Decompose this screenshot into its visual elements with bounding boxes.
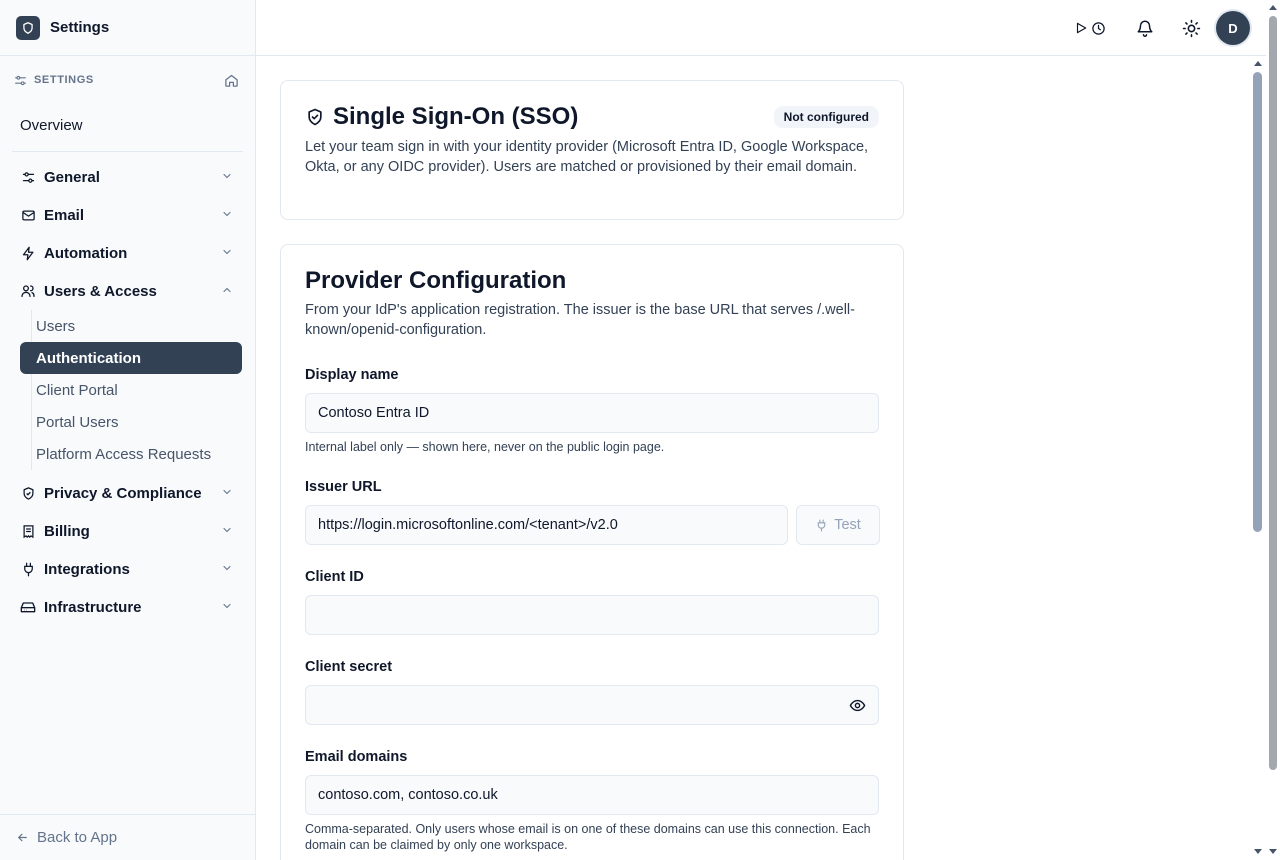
email-domains-help: Comma-separated. Only users whose email … <box>305 822 871 852</box>
plug-icon <box>20 561 36 577</box>
scroll-up-arrow[interactable] <box>1254 61 1262 66</box>
shield-logo-icon <box>16 15 40 40</box>
back-to-app-label: Back to App <box>37 829 118 846</box>
plug-icon <box>815 519 828 532</box>
sun-icon <box>1182 19 1201 38</box>
eye-icon[interactable] <box>849 697 866 714</box>
page-scrollbar-thumb[interactable] <box>1269 16 1277 770</box>
users-icon <box>20 283 36 299</box>
zap-icon <box>20 245 36 261</box>
chevron-down-icon <box>221 561 233 578</box>
hard-drive-icon <box>20 599 36 615</box>
sso-header: Single Sign-On (SSO) Not configured <box>305 103 879 131</box>
scroll-down-arrow[interactable] <box>1254 849 1262 854</box>
sidebar-item-label: Users & Access <box>44 282 157 300</box>
sidebar-item-client-portal[interactable]: Client Portal <box>0 374 242 406</box>
sidebar-item-label: Automation <box>44 244 128 262</box>
sidebar-item-email[interactable]: Email <box>0 196 255 234</box>
display-name-help: Internal label only — shown here, never … <box>305 440 665 454</box>
sidebar-brand: Settings <box>0 0 255 56</box>
play-icon <box>1074 21 1088 35</box>
provider-configuration-card: Provider Configuration From your IdP's a… <box>280 244 904 860</box>
display-name-input[interactable]: Contoso Entra ID <box>305 393 879 433</box>
sidebar-item-general[interactable]: General <box>0 158 255 196</box>
sidebar: Settings SETTINGS Overview General Email… <box>0 0 256 860</box>
page-scroll-down-arrow[interactable] <box>1269 849 1277 854</box>
sidebar-item-users[interactable]: Users <box>0 310 242 342</box>
sidebar-item-label: Integrations <box>44 560 130 578</box>
sidebar-item-platform-access-requests[interactable]: Platform Access Requests <box>0 438 242 470</box>
notifications-button[interactable] <box>1130 12 1160 44</box>
page-scroll-up-arrow[interactable] <box>1269 5 1277 10</box>
page-scrollbar[interactable] <box>1266 0 1280 860</box>
user-avatar[interactable]: D <box>1216 11 1250 45</box>
receipt-icon <box>20 523 36 539</box>
client-id-label: Client ID <box>305 569 364 585</box>
test-issuer-button[interactable]: Test <box>796 505 880 545</box>
display-name-label: Display name <box>305 367 399 383</box>
scheduled-run-button[interactable] <box>1068 12 1112 44</box>
chevron-down-icon <box>221 599 233 616</box>
sidebar-divider <box>12 151 243 152</box>
sidebar-item-billing[interactable]: Billing <box>0 512 255 550</box>
content-scrollbar[interactable] <box>1250 56 1266 860</box>
sidebar-item-authentication[interactable]: Authentication <box>20 342 242 374</box>
chevron-up-icon <box>221 283 233 300</box>
client-id-input[interactable] <box>305 595 879 635</box>
provider-config-title: Provider Configuration <box>305 267 567 294</box>
sidebar-item-integrations[interactable]: Integrations <box>0 550 255 588</box>
sidebar-item-label: General <box>44 168 100 186</box>
sliders-icon <box>20 169 36 185</box>
chevron-down-icon <box>221 523 233 540</box>
sidebar-item-portal-users[interactable]: Portal Users <box>0 406 242 438</box>
sidebar-item-privacy-compliance[interactable]: Privacy & Compliance <box>0 474 255 512</box>
shield-icon <box>20 485 36 501</box>
back-to-app-link[interactable]: Back to App <box>0 814 255 860</box>
sidebar-item-overview[interactable]: Overview <box>0 106 255 144</box>
home-icon[interactable] <box>224 73 239 88</box>
issuer-url-label: Issuer URL <box>305 479 382 495</box>
top-bar <box>256 0 1280 56</box>
sidebar-item-users-access[interactable]: Users & Access <box>0 272 255 310</box>
sidebar-item-automation[interactable]: Automation <box>0 234 255 272</box>
sso-card: Single Sign-On (SSO) Not configured Let … <box>280 80 904 220</box>
sso-description: Let your team sign in with your identity… <box>305 139 869 175</box>
mail-icon <box>20 207 36 223</box>
theme-toggle-button[interactable] <box>1176 12 1206 44</box>
bell-icon <box>1136 19 1154 37</box>
chevron-down-icon <box>221 207 233 224</box>
users-access-submenu: Users Authentication Client Portal Porta… <box>20 310 242 470</box>
chevron-down-icon <box>221 245 233 262</box>
sidebar-item-label: Infrastructure <box>44 598 142 616</box>
provider-config-description: From your IdP's application registration… <box>305 302 855 338</box>
sso-title: Single Sign-On (SSO) <box>333 103 579 130</box>
status-badge: Not configured <box>773 106 879 128</box>
sidebar-item-label: Privacy & Compliance <box>44 484 202 502</box>
arrow-left-icon <box>16 831 29 844</box>
issuer-url-input[interactable]: https://login.microsoftonline.com/<tenan… <box>305 505 788 545</box>
chevron-down-icon <box>221 169 233 186</box>
chevron-down-icon <box>221 485 233 502</box>
test-button-label: Test <box>834 517 861 533</box>
content-scrollbar-thumb[interactable] <box>1253 72 1262 532</box>
app-title: Settings <box>50 19 110 36</box>
client-secret-label: Client secret <box>305 659 393 675</box>
clock-icon <box>1091 21 1106 36</box>
settings-sliders-icon <box>14 74 27 87</box>
sidebar-item-label: Billing <box>44 522 90 540</box>
sidebar-item-label: Email <box>44 206 85 224</box>
email-domains-label: Email domains <box>305 749 408 765</box>
email-domains-input[interactable]: contoso.com, contoso.co.uk <box>305 775 879 815</box>
settings-section-header: SETTINGS <box>0 56 255 104</box>
settings-section-label: SETTINGS <box>34 74 94 86</box>
client-secret-input[interactable] <box>305 685 879 725</box>
sidebar-item-infrastructure[interactable]: Infrastructure <box>0 588 255 626</box>
shield-check-icon <box>305 107 325 127</box>
